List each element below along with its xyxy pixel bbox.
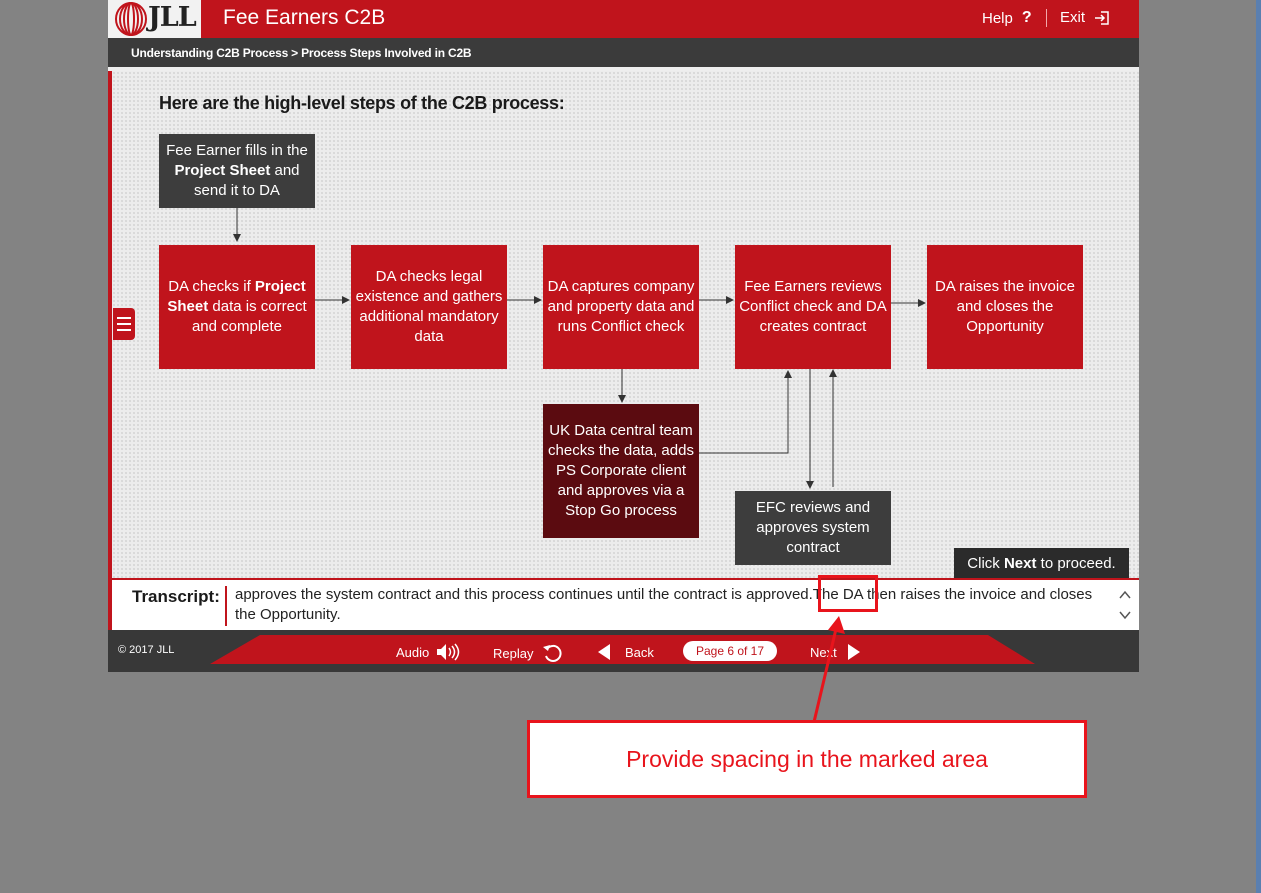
transcript-panel: Transcript: approves the system contract… [108,578,1139,630]
help-label: Help [982,9,1013,27]
audio-button[interactable]: Audio [396,643,462,661]
back-arrow-icon [598,644,610,660]
window-edge [1256,0,1261,893]
back-button[interactable]: Back [597,643,654,661]
replay-label: Replay [493,645,534,661]
slide-content: Here are the high-level steps of the C2B… [108,71,1139,578]
jll-logo: JLL [108,0,201,38]
header-divider [1046,9,1047,27]
annotation-callout: Provide spacing in the marked area [527,720,1087,798]
page-indicator: Page 6 of 17 [683,641,777,661]
step-project-sheet: Fee Earner fills in the Project Sheet an… [159,134,315,208]
help-button[interactable]: Help ? [982,9,1032,27]
next-button[interactable]: Next [810,643,861,661]
transcript-divider [225,586,227,626]
exit-icon [1095,10,1109,25]
step-uk-data-team: UK Data central team checks the data, ad… [543,404,699,538]
exit-button[interactable]: Exit [1060,9,1110,26]
next-arrow-icon [847,644,860,660]
next-label: Next [810,644,837,660]
step-da-checks: DA checks if Project Sheet data is corre… [159,245,315,369]
step-raises-invoice: DA raises the invoice and closes the Opp… [927,245,1083,369]
transcript-text: approves the system contract and this pr… [235,586,1093,623]
step-reviews-conflict: Fee Earners reviews Conflict check and D… [735,245,891,369]
annotation-highlight [818,575,878,612]
breadcrumb: Understanding C2B Process > Process Step… [108,38,1139,67]
replay-icon [543,644,562,662]
scroll-up-icon[interactable] [1118,588,1132,602]
speaker-icon [437,643,460,661]
question-icon: ? [1021,9,1032,26]
transcript-accent-bar [108,580,112,630]
scroll-down-icon[interactable] [1118,608,1132,622]
exit-label: Exit [1060,9,1086,26]
back-label: Back [625,644,654,660]
audio-label: Audio [396,644,430,660]
breadcrumb-text: Understanding C2B Process > Process Step… [131,46,472,60]
replay-button[interactable]: Replay [493,643,564,663]
step-captures-data: DA captures company and property data an… [543,245,699,369]
footer-bar: © 2017 JLL Audio Replay Back Page 6 of 1… [108,630,1139,672]
step-legal-check: DA checks legal existence and gathers ad… [351,245,507,369]
header-bar: JLL Fee Earners C2B Help ? Exit [108,0,1139,38]
step-efc-review: EFC reviews and approves system contract [735,491,891,565]
logo-text: JLL [148,2,197,33]
app-title: Fee Earners C2B [223,6,386,29]
copyright: © 2017 JLL [118,644,175,656]
jll-logo-icon [115,2,147,36]
transcript-label: Transcript: [132,587,220,606]
proceed-hint: Click Next to proceed. [954,548,1129,578]
course-player: JLL Fee Earners C2B Help ? Exit Understa… [108,0,1139,672]
